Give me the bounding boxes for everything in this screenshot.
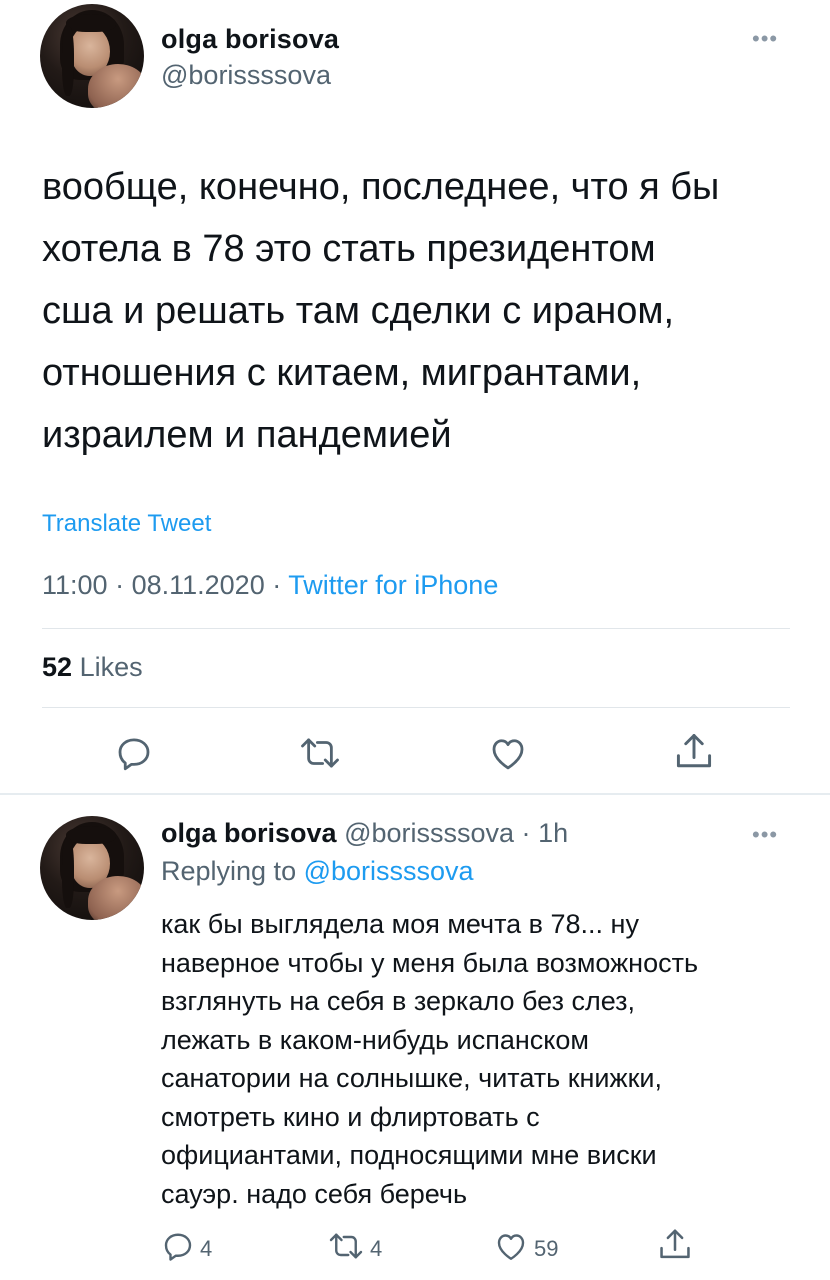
- meta-separator: ·: [115, 570, 132, 600]
- reply-author-avatar[interactable]: [40, 816, 144, 920]
- reply-count: 4: [200, 1236, 213, 1261]
- author-avatar[interactable]: [40, 4, 144, 108]
- share-icon[interactable]: [672, 730, 716, 774]
- likes-count: 52: [42, 652, 73, 682]
- reply-author-handle[interactable]: @borissssova: [344, 818, 514, 848]
- heart-icon[interactable]: [486, 732, 530, 774]
- reply-author-name[interactable]: olga borisova: [161, 818, 337, 848]
- tweet-metadata: 11:00 · 08.11.2020 · Twitter for iPhone: [42, 570, 498, 601]
- tweet-time: 11:00: [42, 570, 108, 600]
- replying-prefix: Replying to: [161, 856, 297, 886]
- reply-like-button[interactable]: 59: [492, 1228, 558, 1270]
- heart-icon: [492, 1228, 530, 1270]
- divider: [42, 707, 790, 708]
- reply-icon[interactable]: [113, 732, 155, 774]
- reply-age: 1h: [538, 818, 569, 848]
- likes-label: Likes: [79, 652, 143, 682]
- retweet-icon: [326, 1228, 366, 1270]
- section-divider: [0, 793, 830, 795]
- retweet-icon[interactable]: [297, 732, 343, 774]
- translate-tweet-link[interactable]: Translate Tweet: [42, 510, 211, 538]
- reply-text: как бы выглядела моя мечта в 78... ну на…: [161, 909, 699, 1209]
- reply-reply-button[interactable]: 4: [160, 1228, 212, 1270]
- likes-stat[interactable]: 52 Likes: [42, 652, 143, 683]
- like-count: 59: [534, 1236, 559, 1261]
- tweet-source-link[interactable]: Twitter for iPhone: [288, 570, 498, 600]
- share-icon: [656, 1226, 694, 1270]
- more-options-icon[interactable]: •••: [752, 28, 778, 50]
- meta-separator: ·: [272, 570, 289, 600]
- replying-to-mention[interactable]: @borissssova: [304, 856, 474, 886]
- reply-retweet-button[interactable]: 4: [326, 1228, 382, 1270]
- reply-header: olga borisova @borissssova · 1h: [161, 818, 568, 849]
- tweet-date: 08.11.2020: [131, 570, 265, 600]
- divider: [42, 628, 790, 629]
- reply-more-options-icon[interactable]: •••: [752, 824, 778, 846]
- replying-to-line: Replying to @borissssova: [161, 856, 474, 887]
- author-name[interactable]: olga borisova: [161, 24, 339, 55]
- meta-separator: ·: [521, 818, 531, 848]
- tweet-text: вообще, конечно, последнее, что я бы хот…: [42, 166, 720, 456]
- reply-share-button[interactable]: [656, 1226, 694, 1270]
- author-handle[interactable]: @borissssova: [161, 60, 331, 91]
- reply-icon: [160, 1228, 196, 1270]
- retweet-count: 4: [370, 1236, 383, 1261]
